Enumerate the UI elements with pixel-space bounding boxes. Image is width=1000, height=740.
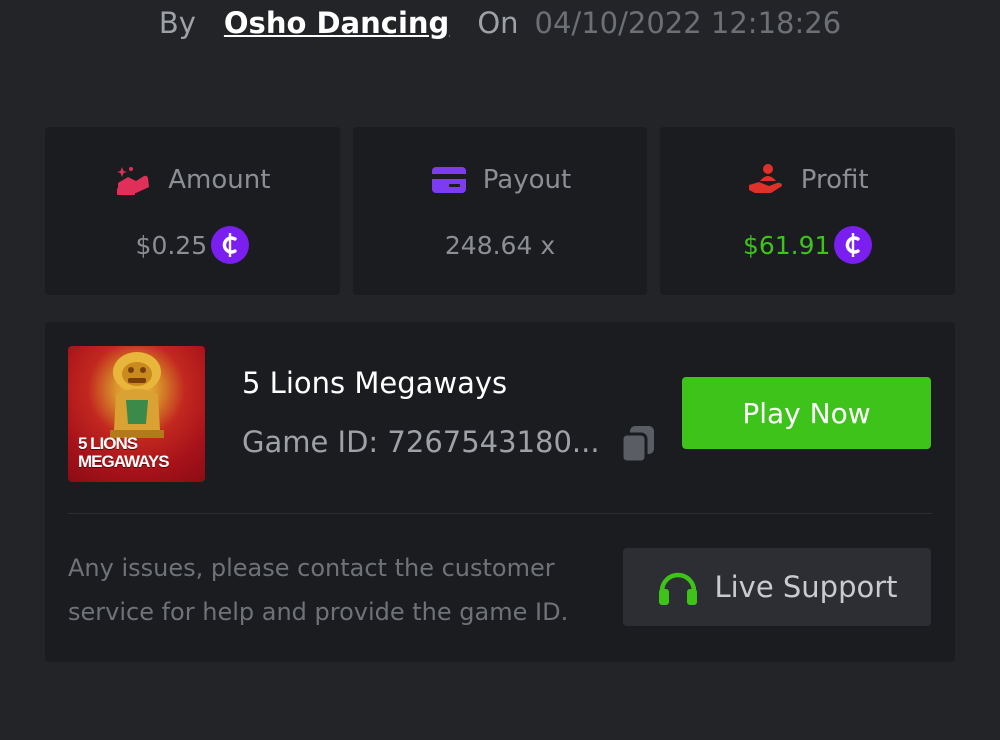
coin-icon [211, 226, 250, 264]
on-label: On [477, 6, 519, 40]
amount-card: Amount $0.25 [45, 127, 340, 295]
support-note: Any issues, please contact the customer … [68, 554, 569, 626]
lion-statue-image [110, 352, 164, 438]
game-title: 5 Lions Megaways [242, 366, 508, 400]
coin-icon [834, 226, 873, 264]
game-id: Game ID: 7267543180... [242, 425, 600, 459]
hand-person-icon [747, 163, 787, 197]
copy-icon[interactable] [619, 424, 657, 464]
hand-coins-icon [114, 163, 154, 197]
game-thumbnail[interactable]: 5 LIONS MEGAWAYS [68, 346, 205, 482]
game-card: 5 LIONS MEGAWAYS 5 Lions Megaways Game I… [45, 322, 955, 662]
thumb-title-line2: MEGAWAYS [78, 452, 170, 471]
profit-value: $61.91 [742, 230, 831, 260]
amount-label: Amount [168, 165, 271, 195]
by-label: By [158, 6, 196, 40]
bet-byline: By Osho Dancing On 04/10/2022 12:18:26 [0, 0, 1000, 46]
live-support-button[interactable]: Live Support [623, 548, 931, 626]
headset-icon [656, 565, 700, 609]
bet-datetime: 04/10/2022 12:18:26 [534, 6, 842, 40]
divider [68, 513, 932, 514]
payout-value: 248.64 x [444, 230, 556, 260]
live-support-label: Live Support [714, 570, 898, 604]
card-icon [429, 163, 469, 197]
play-now-button[interactable]: Play Now [682, 377, 931, 449]
profit-label: Profit [800, 165, 869, 195]
thumb-title-line1: 5 LIONS [78, 434, 138, 453]
payout-card: Payout 248.64 x [352, 127, 648, 295]
amount-value: $0.25 [135, 230, 208, 260]
author-link[interactable]: Osho Dancing [224, 6, 449, 40]
bet-stats: Amount $0.25 Payout 248.64 x Profit $61.… [45, 127, 956, 295]
profit-card: Profit $61.91 [660, 127, 956, 295]
payout-label: Payout [482, 165, 572, 195]
